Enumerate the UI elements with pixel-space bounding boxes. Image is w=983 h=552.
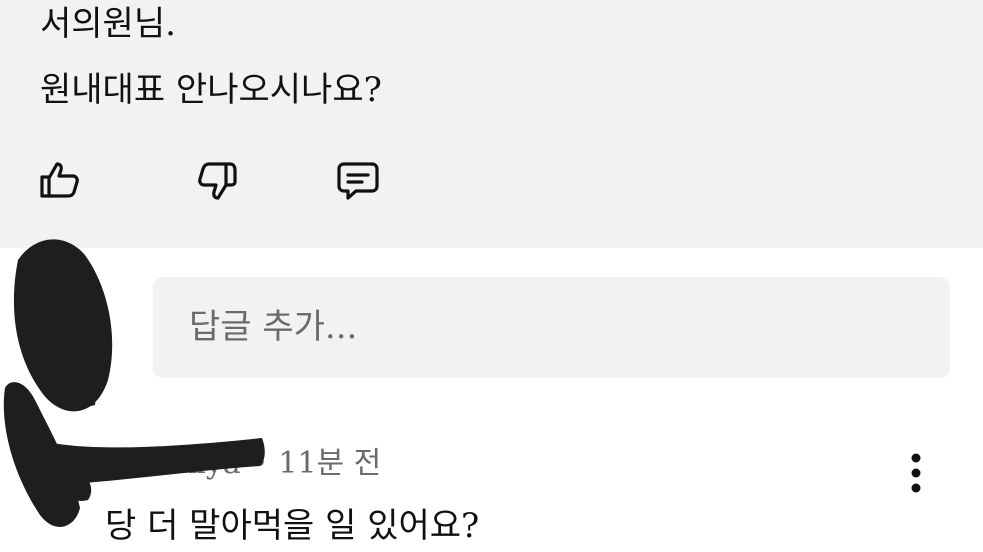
- comment-text: 당 더 말아먹을 일 있어요?: [105, 506, 480, 546]
- more-vertical-icon: [911, 453, 921, 493]
- thumbs-up-icon: [40, 162, 79, 198]
- reply-button[interactable]: [334, 156, 382, 204]
- comment-card: 서의원님. 원내대표 안나오시나요?: [0, 0, 983, 248]
- meta-separator: •: [250, 446, 269, 481]
- reply-input[interactable]: 답글 추가...: [153, 277, 950, 378]
- comment-author[interactable]: okiya: [160, 446, 241, 481]
- reply-input-placeholder: 답글 추가...: [189, 307, 358, 347]
- comment-icon: [337, 162, 379, 200]
- comment-text-line: 원내대표 안나오시나요?: [40, 70, 382, 110]
- comment-timestamp: 11분 전: [278, 446, 382, 481]
- comment-text-line: 서의원님.: [40, 4, 176, 44]
- comment-meta: okiya • 11분 전: [160, 446, 381, 482]
- more-options-button[interactable]: [896, 450, 936, 496]
- thumbs-down-icon: [198, 162, 237, 200]
- comment-item: okiya • 11분 전 당 더 말아먹을 일 있어요?: [0, 430, 983, 552]
- dislike-button[interactable]: [194, 156, 242, 204]
- like-button[interactable]: [36, 156, 84, 204]
